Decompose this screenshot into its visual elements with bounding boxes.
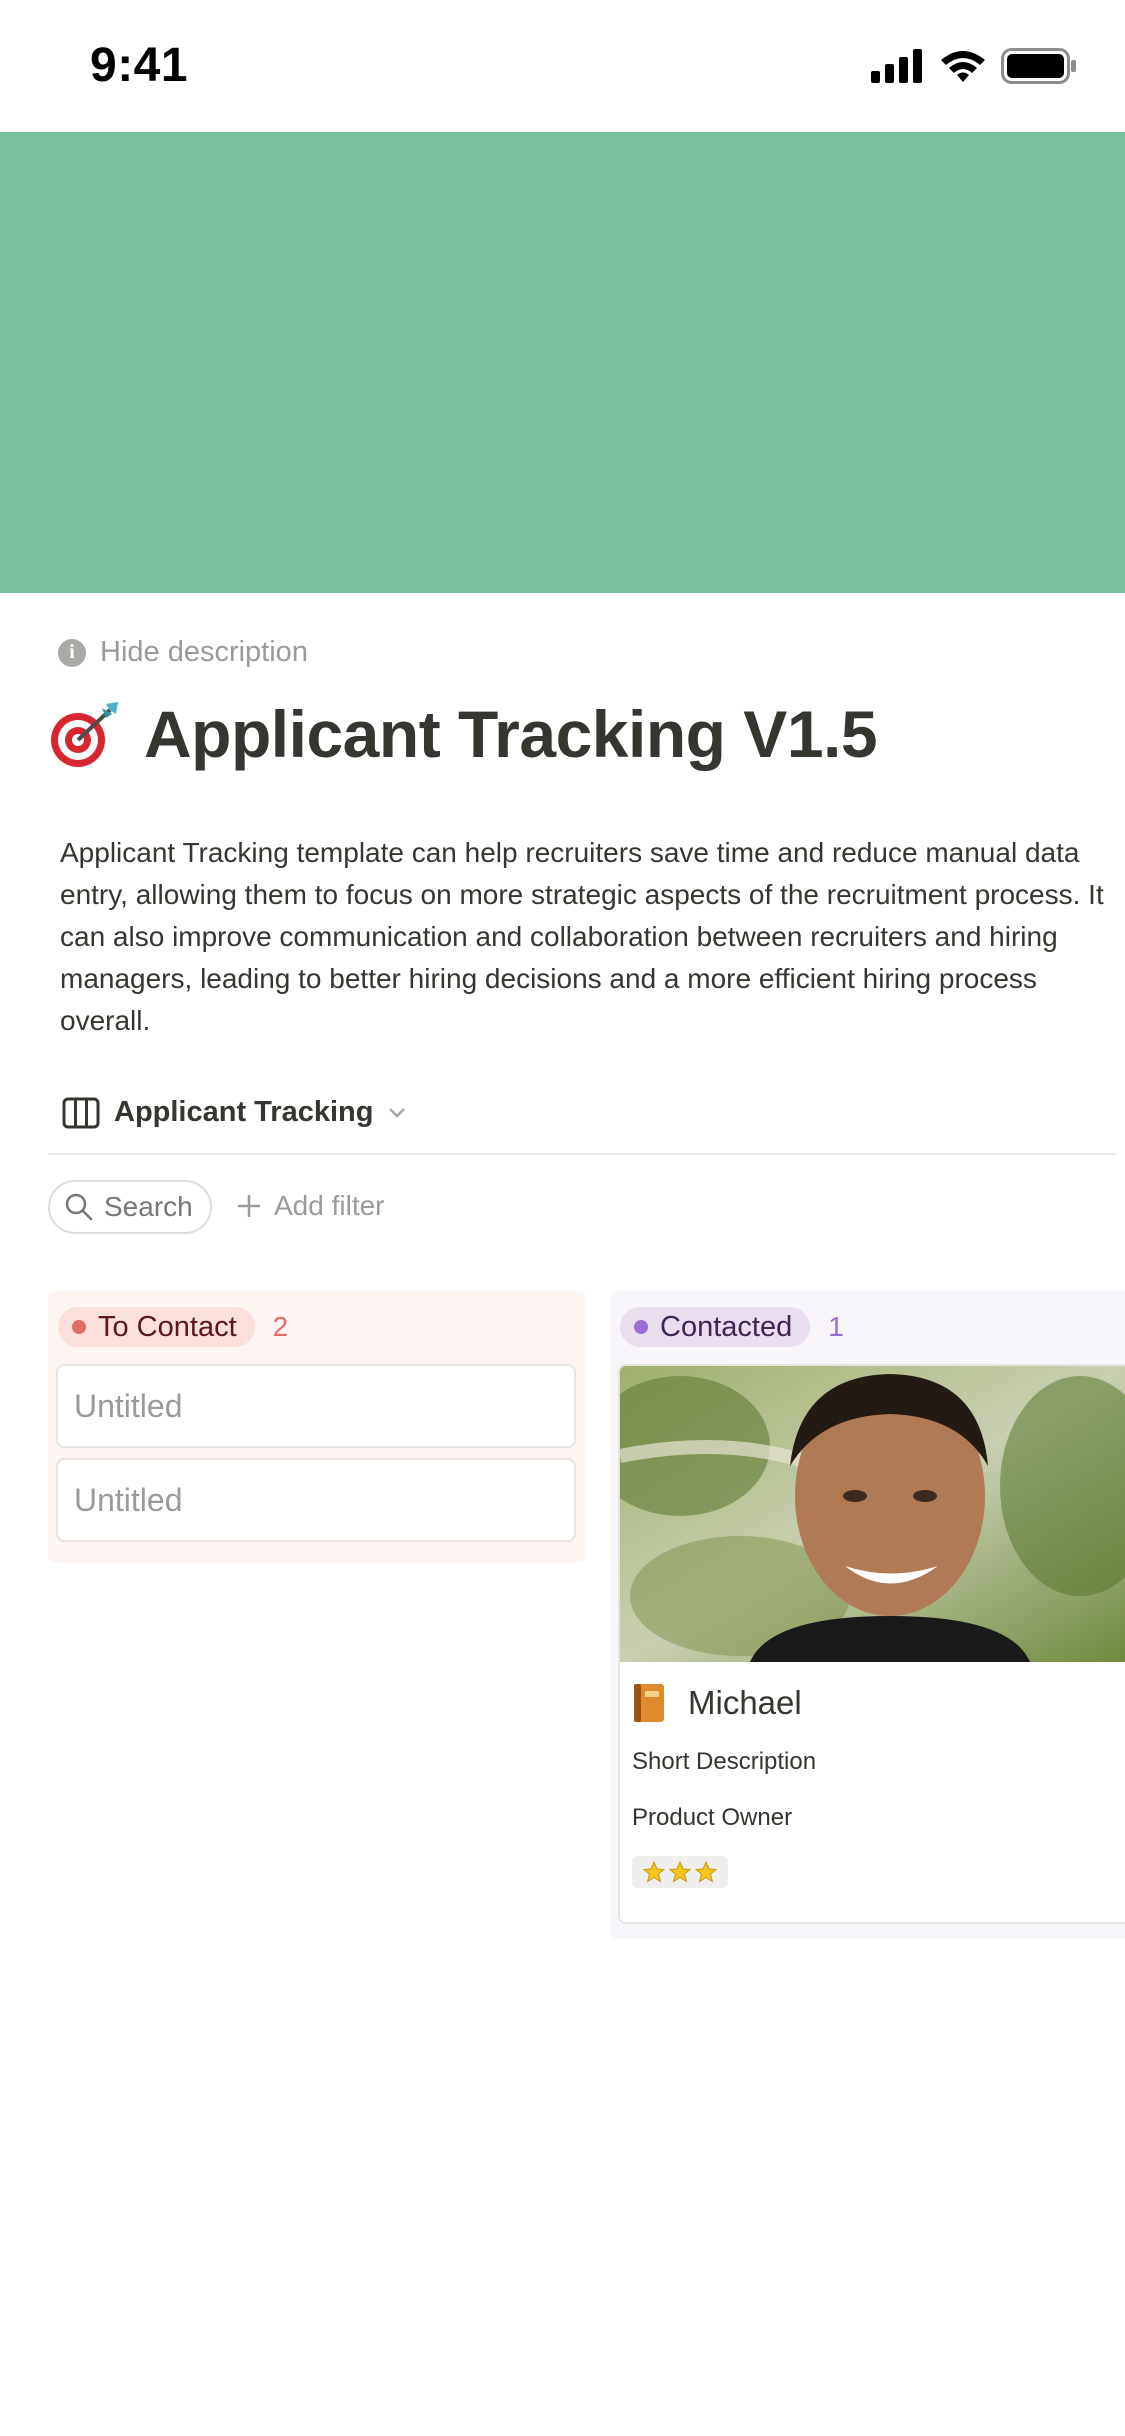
search-label: Search — [104, 1191, 193, 1222]
view-divider — [48, 1153, 1116, 1155]
board-column-contacted: Contacted 1 Michael Short Description Pr… — [610, 1291, 1125, 1939]
status-tag[interactable]: Contacted — [620, 1307, 811, 1347]
board-card[interactable]: Untitled — [56, 1364, 576, 1448]
page-cover[interactable] — [0, 132, 1125, 593]
cellular-signal-icon — [871, 49, 922, 83]
page-title-row: Applicant Tracking V1.5 — [48, 696, 878, 772]
board-column-to-contact: To Contact 2 Untitled Untitled — [48, 1291, 586, 1563]
add-filter-button[interactable]: Add filter — [236, 1190, 385, 1222]
status-tag[interactable]: To Contact — [58, 1307, 255, 1347]
target-dart-icon[interactable] — [48, 700, 122, 768]
battery-icon — [1001, 48, 1076, 84]
page-description: Applicant Tracking template can help rec… — [60, 837, 1104, 1036]
column-label: To Contact — [98, 1310, 237, 1343]
applicant-role: Product Owner — [632, 1804, 793, 1831]
wifi-icon — [941, 51, 985, 82]
status-time: 9:41 — [90, 39, 189, 92]
info-icon: i — [58, 638, 86, 667]
status-bar: 9:41 — [0, 0, 1125, 132]
card-title: Untitled — [74, 1387, 183, 1424]
status-dot-icon — [72, 1320, 86, 1334]
applicant-name: Michael — [688, 1684, 802, 1721]
view-name: Applicant Tracking — [114, 1096, 374, 1128]
hide-description-button[interactable]: i Hide description — [58, 636, 308, 669]
applicant-photo — [620, 1366, 1125, 1662]
card-title: Untitled — [74, 1481, 183, 1518]
board-card[interactable]: Untitled — [56, 1458, 576, 1542]
column-label: Contacted — [660, 1310, 793, 1343]
applicant-description: Short Description — [632, 1748, 817, 1775]
applicant-card[interactable]: Michael Short Description Product Owner — [618, 1364, 1125, 1924]
search-icon — [65, 1193, 93, 1221]
search-button[interactable]: Search — [48, 1180, 212, 1234]
column-count: 1 — [828, 1311, 844, 1342]
view-selector[interactable]: Applicant Tracking — [62, 1096, 407, 1129]
column-header: Contacted 1 — [620, 1307, 844, 1347]
column-count: 2 — [272, 1311, 289, 1342]
page-title[interactable]: Applicant Tracking V1.5 — [144, 696, 878, 772]
applicant-rating — [632, 1856, 728, 1888]
board-view-icon — [62, 1097, 100, 1128]
chevron-down-icon — [389, 1107, 406, 1118]
plus-icon — [238, 1195, 260, 1217]
hide-description-label: Hide description — [100, 636, 308, 668]
column-header: To Contact 2 — [58, 1307, 288, 1347]
star-icon — [668, 1860, 692, 1883]
status-dot-icon — [634, 1320, 648, 1334]
star-icon — [642, 1860, 666, 1883]
add-filter-label: Add filter — [274, 1190, 385, 1221]
star-icon — [694, 1860, 718, 1883]
book-icon — [634, 1684, 664, 1722]
